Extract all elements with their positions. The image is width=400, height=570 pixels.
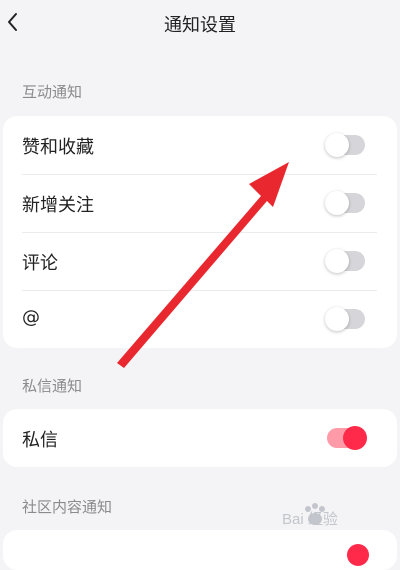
watermark-text: Bai 经验: [282, 511, 338, 528]
setting-label: 赞和收藏: [22, 137, 94, 158]
setting-label: 私信: [22, 430, 58, 451]
card-interaction: 赞和收藏 新增关注 评论 @: [3, 116, 397, 348]
setting-label: 评论: [22, 253, 58, 274]
toggle-mentions[interactable]: [325, 307, 365, 331]
toggle-knob: [343, 426, 367, 450]
setting-label: 新增关注: [22, 195, 94, 216]
setting-row-likes-favorites: 赞和收藏: [3, 116, 397, 174]
toggle-knob-partial: [347, 544, 369, 566]
toggle-likes-favorites[interactable]: [325, 133, 365, 157]
setting-row-mentions: @: [3, 290, 397, 348]
setting-row-private-message: 私信: [3, 409, 397, 467]
section-title-community: 社区内容通知: [22, 498, 113, 516]
toggle-knob: [325, 307, 349, 331]
setting-row-new-follows: 新增关注: [3, 174, 397, 232]
toggle-new-follows[interactable]: [325, 191, 365, 215]
toggle-knob: [325, 191, 349, 215]
setting-label: @: [22, 307, 40, 328]
card-community: [3, 530, 397, 570]
section-title-private-message: 私信通知: [22, 377, 83, 395]
toggle-knob: [325, 249, 349, 273]
section-title-interaction: 互动通知: [22, 83, 83, 101]
setting-row-comments: 评论: [3, 232, 397, 290]
toggle-knob: [325, 133, 349, 157]
card-private-message: 私信: [3, 409, 397, 467]
top-bar: 通知设置: [0, 0, 400, 48]
watermark: Bai 经验: [282, 500, 382, 532]
toggle-private-message[interactable]: [327, 426, 367, 450]
page-title: 通知设置: [164, 15, 236, 36]
toggle-comments[interactable]: [325, 249, 365, 273]
